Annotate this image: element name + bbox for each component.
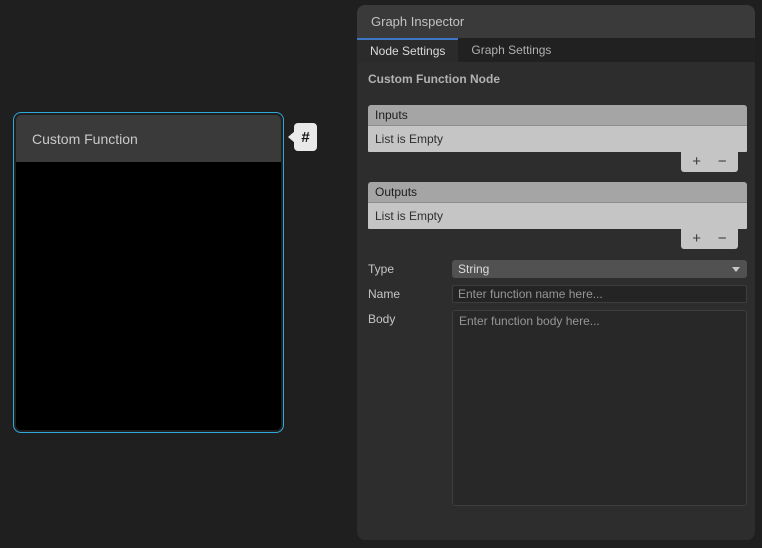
hash-glyph: # [301,129,309,146]
outputs-list-header: Outputs [368,182,747,203]
body-row: Body [368,310,747,506]
outputs-empty-label: List is Empty [375,209,443,223]
outputs-list-empty-row: List is Empty [368,203,747,229]
remove-icon[interactable]: − [712,230,732,248]
inputs-list-empty-row: List is Empty [368,126,747,152]
add-icon[interactable]: + [687,230,707,248]
node-container: Custom Function [16,115,281,430]
tab-node-settings[interactable]: Node Settings [357,38,458,62]
node-header[interactable]: Custom Function [16,115,281,162]
inputs-list: Inputs List is Empty + − [368,105,747,172]
outputs-list-header-label: Outputs [375,185,417,199]
type-dropdown[interactable]: String [452,260,747,278]
function-body-textarea[interactable] [452,310,747,506]
inputs-list-header: Inputs [368,105,747,126]
type-dropdown-value: String [458,262,489,276]
hash-badge-icon[interactable]: # [294,123,317,151]
inspector-titlebar[interactable]: Graph Inspector [357,5,755,38]
type-label: Type [368,260,452,278]
type-row: Type String [368,260,747,278]
outputs-list-footer: + − [368,229,747,249]
node-title: Custom Function [32,131,138,147]
inspector-title: Graph Inspector [371,14,464,29]
outputs-footer-box: + − [681,229,738,249]
tab-node-settings-label: Node Settings [370,44,445,58]
inspector-content: Custom Function Node Inputs List is Empt… [357,62,755,540]
inputs-empty-label: List is Empty [375,132,443,146]
remove-icon[interactable]: − [712,153,732,171]
body-label: Body [368,310,452,506]
tab-graph-settings[interactable]: Graph Settings [458,38,564,62]
add-icon[interactable]: + [687,153,707,171]
inputs-footer-box: + − [681,152,738,172]
inputs-list-header-label: Inputs [375,108,408,122]
dropdown-arrow-icon [732,267,740,272]
name-label: Name [368,285,452,303]
function-name-input[interactable] [452,285,747,303]
custom-function-node[interactable]: Custom Function [13,112,284,433]
inspector-tabbar: Node Settings Graph Settings [357,38,755,62]
inputs-list-footer: + − [368,152,747,172]
tab-graph-settings-label: Graph Settings [471,43,551,57]
graph-inspector-panel: Graph Inspector Node Settings Graph Sett… [357,5,755,540]
section-title: Custom Function Node [368,72,747,86]
shader-graph-screen: Custom Function # Graph Inspector Node S… [0,0,762,548]
name-row: Name [368,285,747,303]
outputs-list: Outputs List is Empty + − [368,182,747,249]
node-body [16,162,281,430]
